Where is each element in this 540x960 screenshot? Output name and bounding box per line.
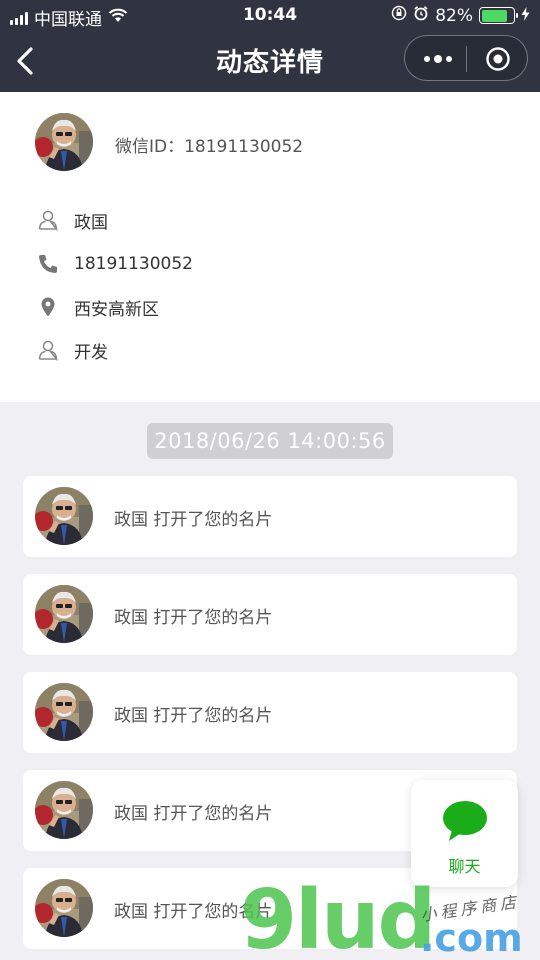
- timeline-date: 2018/06/26 14:00:56: [147, 423, 393, 459]
- battery-icon: [479, 7, 518, 24]
- close-miniprogram-button[interactable]: [469, 36, 527, 82]
- chat-bubble-icon: [443, 801, 487, 841]
- activity-text: 政国 打开了您的名片: [114, 608, 273, 628]
- battery-percent: 82%: [435, 5, 473, 26]
- activity-text: 政国 打开了您的名片: [114, 706, 273, 726]
- avatar: [35, 487, 93, 545]
- target-close-icon: [486, 47, 510, 71]
- status-right: 82%: [391, 5, 530, 26]
- avatar: [35, 683, 93, 741]
- orientation-lock-icon: [391, 5, 407, 26]
- contact-phone: 18191130052: [74, 254, 193, 274]
- chat-button[interactable]: 聊天: [411, 780, 518, 887]
- alarm-icon: [413, 5, 429, 26]
- status-bar: 中国联通 10:44 82%: [0, 0, 540, 30]
- person-icon: [36, 338, 60, 362]
- avatar: [35, 781, 93, 839]
- profile-card: 微信ID：18191130052 政国 18191130052 西安高新区 开发: [0, 92, 540, 402]
- location-pin-icon: [36, 295, 60, 319]
- phone-icon: [36, 252, 60, 276]
- avatar: [35, 585, 93, 643]
- contact-job: 开发: [74, 342, 108, 363]
- info-row-job: 开发: [36, 335, 108, 365]
- info-row-phone: 18191130052: [36, 249, 193, 279]
- info-row-name: 政国: [36, 205, 108, 235]
- more-menu-button[interactable]: [411, 36, 465, 82]
- capsule-divider: [466, 46, 467, 72]
- nav-bar: 动态详情: [0, 30, 540, 92]
- activity-text: 政国 打开了您的名片: [114, 804, 273, 824]
- miniprogram-capsule: [404, 35, 528, 81]
- person-icon: [36, 208, 60, 232]
- top-bar: 中国联通 10:44 82% 动态详情: [0, 0, 540, 92]
- avatar: [35, 113, 93, 171]
- contact-name: 政国: [74, 212, 108, 233]
- list-item[interactable]: 政国 打开了您的名片: [23, 476, 517, 557]
- activity-text: 政国 打开了您的名片: [114, 510, 273, 530]
- list-item[interactable]: 政国 打开了您的名片: [23, 672, 517, 753]
- contact-location: 西安高新区: [74, 299, 159, 320]
- charging-icon: [521, 6, 530, 26]
- avatar: [35, 879, 93, 937]
- info-row-location: 西安高新区: [36, 292, 159, 322]
- list-item[interactable]: 政国 打开了您的名片: [23, 574, 517, 655]
- watermark-logo: 9lud: [240, 873, 436, 960]
- wechat-id: 微信ID：18191130052: [115, 137, 304, 157]
- more-dots-icon: [424, 55, 452, 63]
